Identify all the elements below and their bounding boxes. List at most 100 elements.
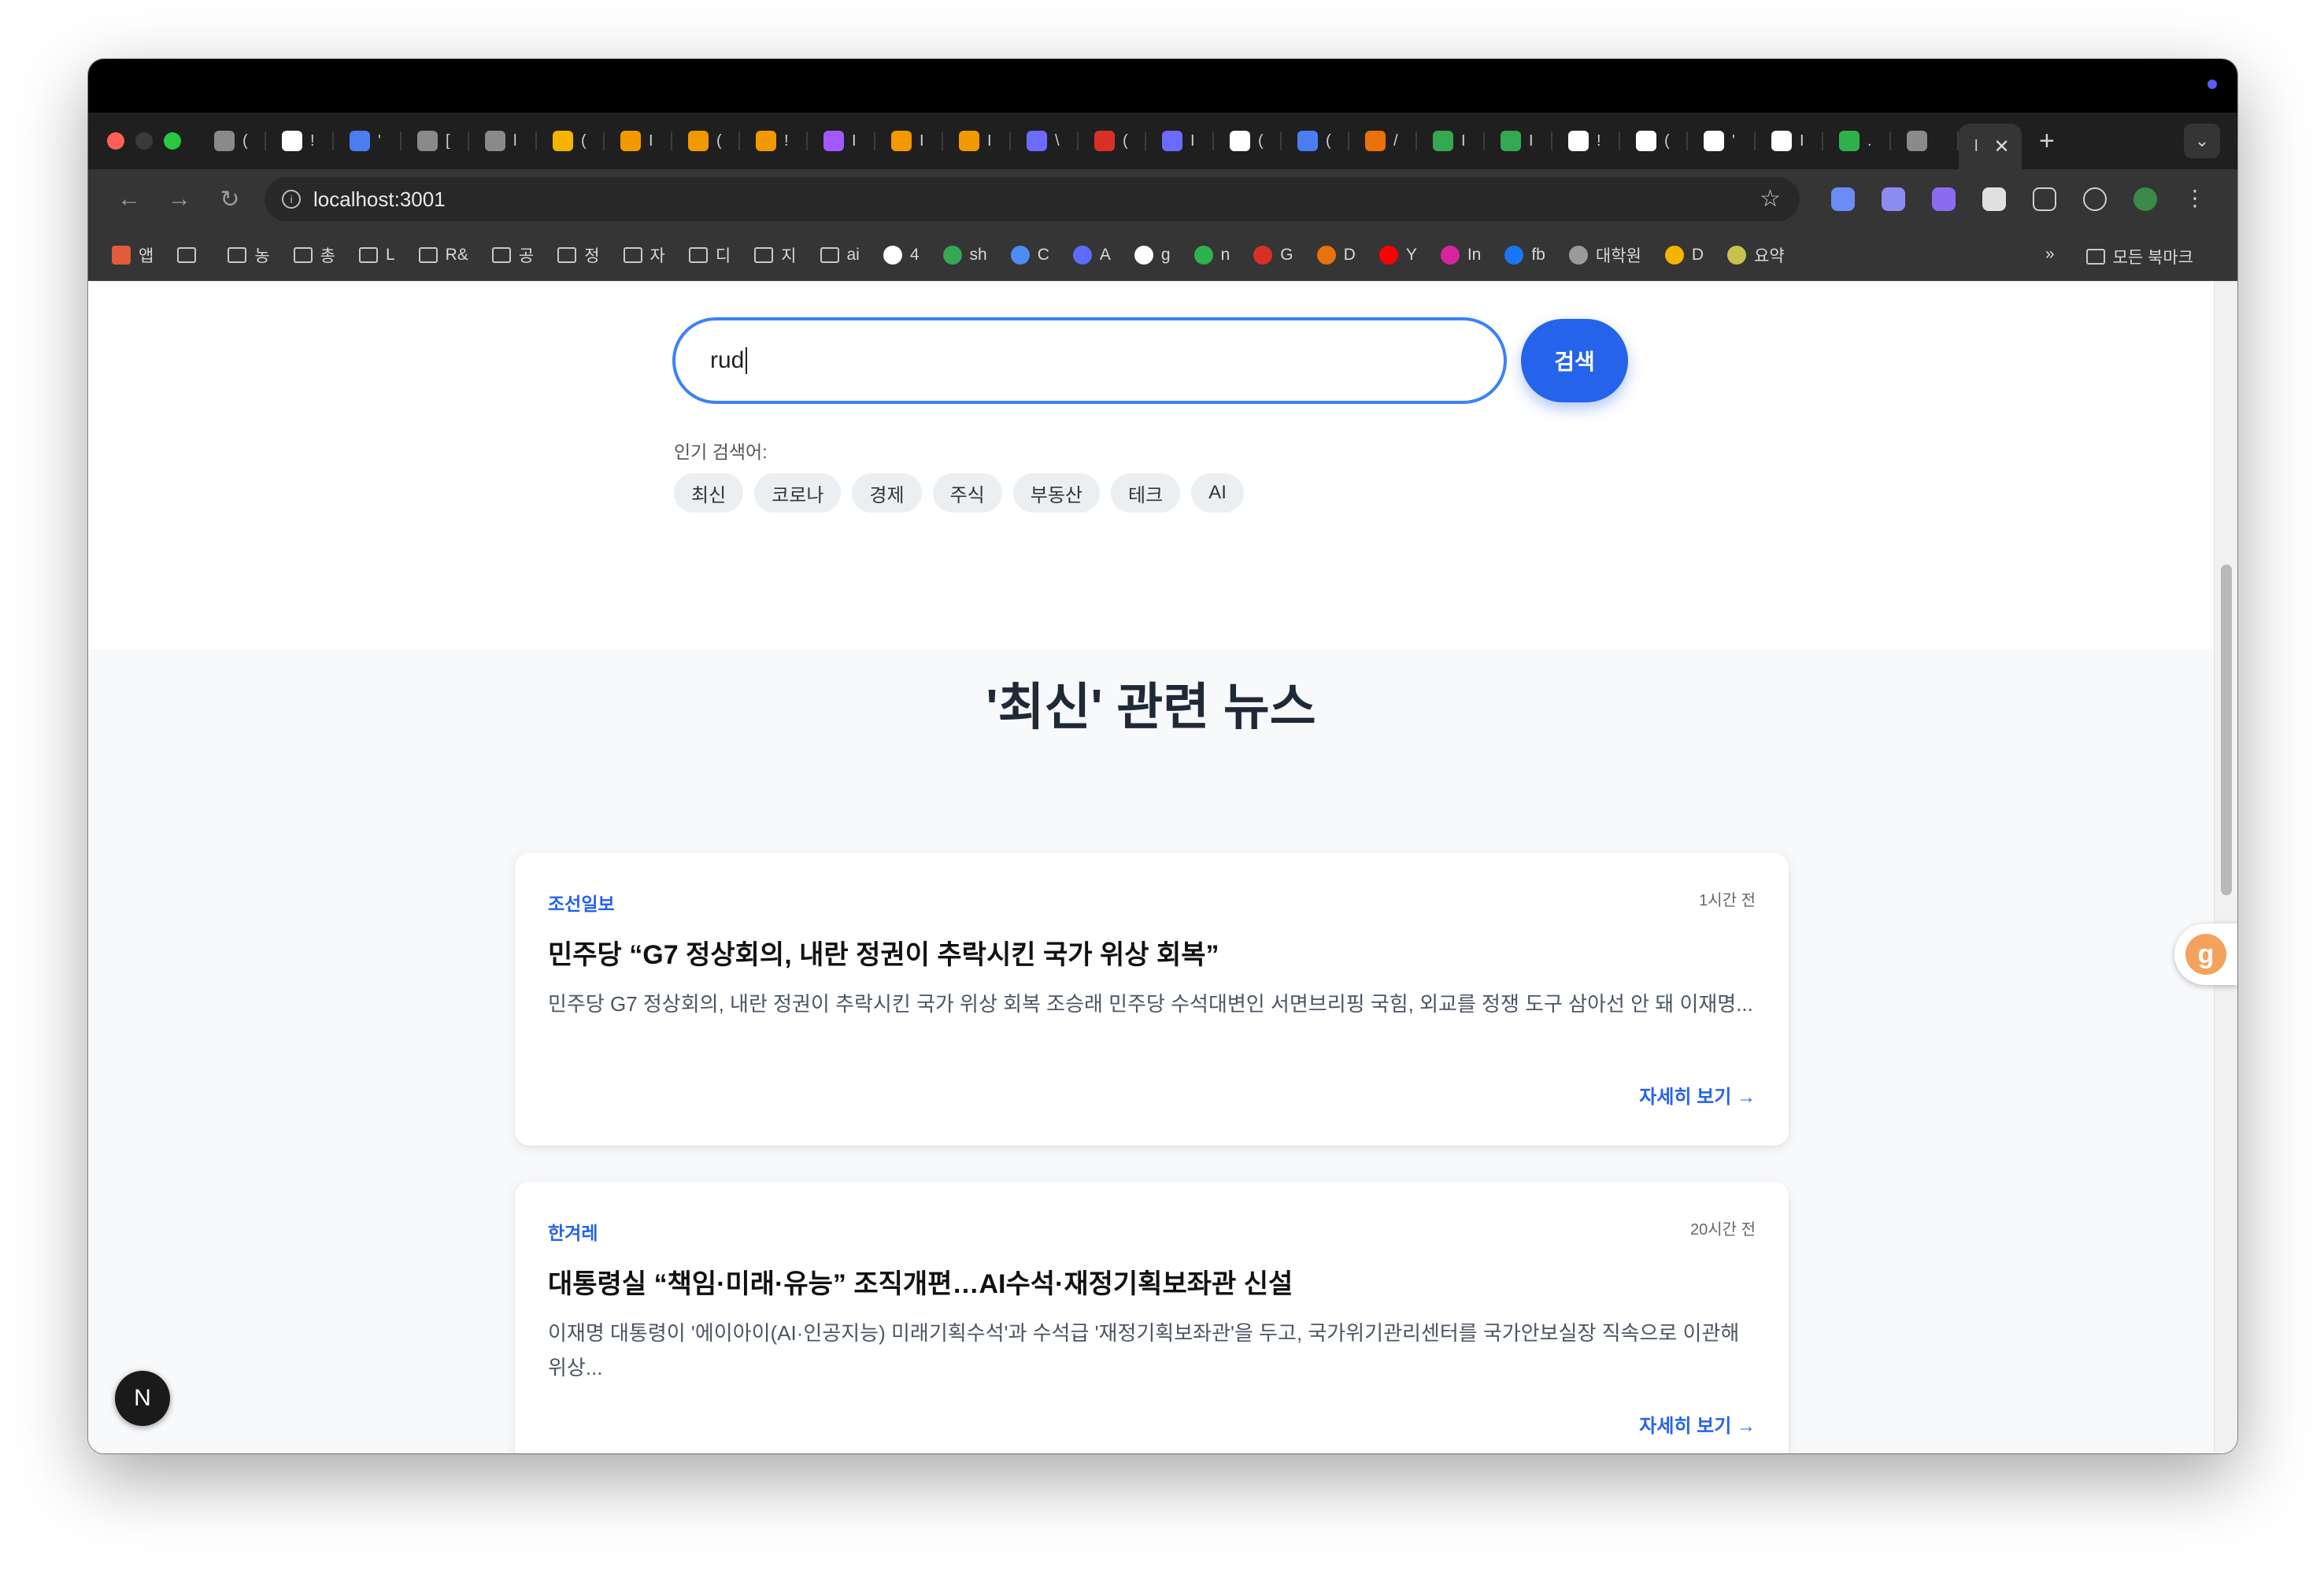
extensions-puzzle-icon[interactable]: [2033, 187, 2056, 211]
popular-search-chip[interactable]: 부동산: [1012, 473, 1101, 513]
tab[interactable]: (: [1620, 120, 1688, 161]
news-headline[interactable]: 민주당 “G7 정상회의, 내란 정권이 추락시킨 국가 위상 회복”: [548, 933, 1219, 972]
tab[interactable]: I: [605, 120, 672, 161]
bookmark-item[interactable]: Y: [1378, 245, 1417, 265]
close-window-button[interactable]: [107, 132, 124, 150]
bookmarks-overflow-button[interactable]: »: [2045, 245, 2055, 268]
popular-search-chip[interactable]: 코로나: [754, 473, 842, 513]
popular-search-chip[interactable]: 최신: [674, 473, 744, 513]
profile-avatar[interactable]: [2133, 187, 2157, 211]
tab-close-icon[interactable]: ✕: [1993, 135, 2009, 158]
tab[interactable]: /: [1349, 120, 1417, 161]
news-headline[interactable]: 대통령실 “책임·미래·유능” 조직개편…AI수석·재정기획보좌관 신설: [548, 1262, 1293, 1301]
tab[interactable]: ': [1688, 120, 1756, 161]
bookmark-item[interactable]: 대학원: [1568, 243, 1641, 267]
tab-search-button[interactable]: ⌄: [2184, 124, 2220, 158]
bookmark-item[interactable]: 디: [688, 243, 731, 267]
bookmark-item[interactable]: sh: [942, 245, 987, 265]
tab[interactable]: (: [672, 120, 740, 161]
tab[interactable]: .: [1823, 120, 1891, 161]
bookmark-item[interactable]: A: [1072, 245, 1111, 265]
tab[interactable]: (: [1214, 120, 1282, 161]
bookmark-item[interactable]: [177, 246, 204, 263]
news-source[interactable]: 한겨레: [548, 1218, 598, 1245]
bookmark-item[interactable]: fb: [1504, 245, 1545, 265]
extension-cloud-icon[interactable]: [1882, 187, 1905, 211]
bookmark-item[interactable]: D: [1664, 245, 1704, 265]
all-bookmarks-button[interactable]: 모든 북마크: [2085, 245, 2193, 268]
bookmark-item[interactable]: R&: [418, 246, 468, 265]
minimize-window-button[interactable]: [135, 132, 153, 150]
extension-card-icon[interactable]: [1982, 187, 2006, 211]
bookmark-item[interactable]: 자: [623, 243, 665, 267]
tab[interactable]: ': [334, 120, 402, 161]
news-source[interactable]: 조선일보: [548, 889, 615, 916]
tab[interactable]: [1891, 120, 1959, 161]
bookmark-item[interactable]: D: [1316, 245, 1356, 265]
bookmark-item[interactable]: 농: [228, 243, 270, 267]
read-more-link[interactable]: 자세히 보기 →: [1639, 1081, 1756, 1109]
bookmark-item[interactable]: In: [1440, 245, 1481, 265]
tab[interactable]: !: [266, 120, 334, 161]
tab-active[interactable]: l ✕: [1959, 124, 2022, 169]
tab[interactable]: \: [1011, 120, 1079, 161]
bookmark-item[interactable]: 지: [754, 243, 797, 267]
tab[interactable]: I: [808, 120, 875, 161]
bookmark-item[interactable]: 총: [293, 243, 335, 267]
bookmark-item[interactable]: 공: [491, 243, 534, 267]
bookmark-item[interactable]: ai: [820, 246, 860, 265]
tab[interactable]: !: [1552, 120, 1620, 161]
new-tab-button[interactable]: +: [2039, 126, 2055, 157]
bookmark-item[interactable]: C: [1010, 245, 1049, 265]
tab[interactable]: l: [469, 120, 537, 161]
tab[interactable]: (: [1282, 120, 1349, 161]
tab[interactable]: (: [537, 120, 605, 161]
tab[interactable]: I: [1417, 120, 1485, 161]
bookmark-item[interactable]: 요약: [1727, 243, 1785, 267]
nextjs-devtools-button[interactable]: N: [115, 1371, 170, 1426]
bookmark-item[interactable]: 앱: [112, 243, 154, 267]
popular-search-chip[interactable]: 주식: [932, 473, 1002, 513]
reload-icon[interactable]: ↻: [205, 186, 255, 213]
performance-icon[interactable]: [2083, 187, 2107, 211]
popular-search-chip[interactable]: AI: [1191, 473, 1244, 513]
popular-search-chip[interactable]: 테크: [1111, 473, 1181, 513]
search-input[interactable]: rud: [672, 317, 1507, 404]
address-bar[interactable]: i localhost:3001 ☆: [265, 177, 1800, 221]
news-card[interactable]: 조선일보 1시간 전 민주당 “G7 정상회의, 내란 정권이 추락시킨 국가 …: [515, 853, 1789, 1146]
bookmark-star-icon[interactable]: ☆: [1760, 185, 1781, 213]
site-info-icon[interactable]: i: [282, 190, 301, 209]
popular-search-chip[interactable]: 경제: [852, 473, 922, 513]
tab[interactable]: I: [943, 120, 1011, 161]
tab[interactable]: I: [1756, 120, 1823, 161]
extension-bird-icon[interactable]: [1831, 187, 1855, 211]
tab[interactable]: (: [198, 120, 266, 161]
bookmark-item[interactable]: G: [1253, 245, 1293, 265]
tab-favicon-icon: [214, 131, 235, 151]
back-arrow-icon[interactable]: ←: [104, 186, 154, 213]
site-favicon-icon: [1072, 245, 1092, 265]
maximize-window-button[interactable]: [164, 132, 181, 150]
bookmark-item[interactable]: L: [358, 246, 395, 265]
page-scrollbar[interactable]: [2214, 281, 2237, 1453]
read-more-link[interactable]: 자세히 보기 →: [1639, 1410, 1756, 1438]
tab[interactable]: I: [1146, 120, 1214, 161]
tab-favicon-icon: [553, 131, 573, 151]
tab[interactable]: [: [402, 120, 469, 161]
news-card[interactable]: 한겨레 20시간 전 대통령실 “책임·미래·유능” 조직개편…AI수석·재정기…: [515, 1182, 1789, 1453]
bookmark-item[interactable]: n: [1193, 245, 1230, 265]
tab[interactable]: I: [875, 120, 943, 161]
search-button[interactable]: 검색: [1521, 319, 1628, 402]
forward-arrow-icon[interactable]: →: [154, 186, 205, 213]
tab[interactable]: (: [1079, 120, 1146, 161]
bookmark-item[interactable]: 4: [883, 245, 920, 265]
tab[interactable]: I: [1485, 120, 1552, 161]
tab[interactable]: !: [740, 120, 808, 161]
floating-extension-button[interactable]: g: [2174, 924, 2237, 985]
bookmark-item[interactable]: g: [1134, 245, 1171, 265]
bookmark-item[interactable]: 정: [557, 243, 600, 267]
extension-drop-icon[interactable]: [1932, 187, 1956, 211]
page-viewport: rud 검색 인기 검색어: 최신 코로나 경제 주식 부동산 테크 AI '최신' 관련 …: [88, 281, 2214, 1453]
browser-menu-icon[interactable]: ⋮: [2184, 187, 2206, 211]
scrollbar-thumb[interactable]: [2221, 565, 2232, 895]
